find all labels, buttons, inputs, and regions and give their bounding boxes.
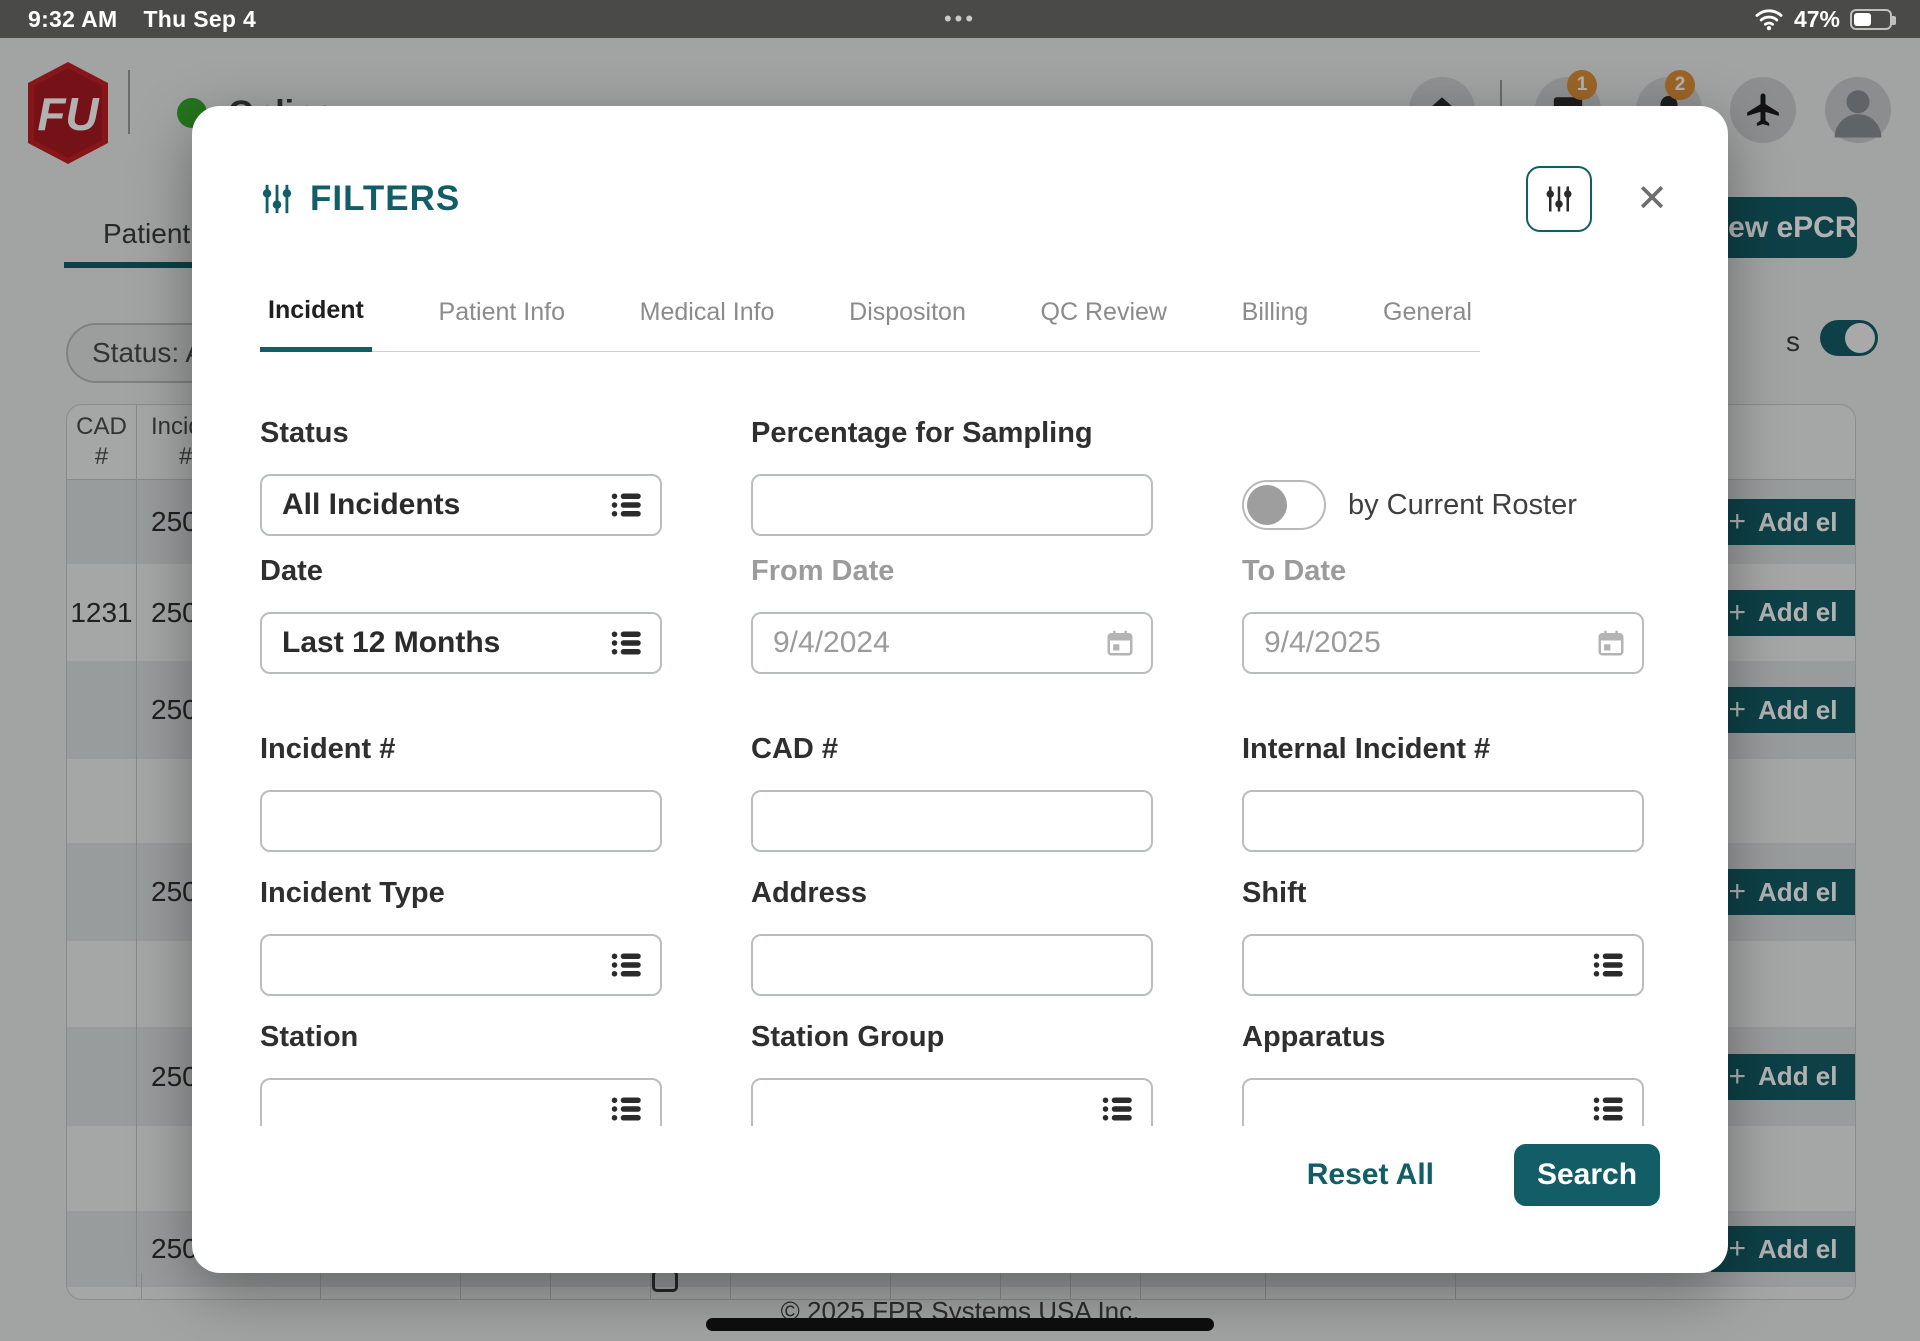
station-group-dropdown[interactable]	[751, 1078, 1153, 1126]
internal-incident-input[interactable]	[1242, 790, 1644, 852]
station-dropdown[interactable]	[260, 1078, 662, 1126]
incident-type-label: Incident Type	[260, 876, 662, 910]
tab-patient-info[interactable]: Patient Info	[431, 296, 573, 351]
battery-percent: 47%	[1794, 6, 1840, 33]
tab-disposition[interactable]: Dispositon	[841, 296, 974, 351]
incident-number-input[interactable]	[260, 790, 662, 852]
close-icon[interactable]: ✕	[1636, 180, 1668, 218]
search-button[interactable]: Search	[1514, 1144, 1660, 1206]
roster-toggle-label: by Current Roster	[1348, 489, 1577, 522]
cad-number-label: CAD #	[751, 732, 1153, 766]
wifi-icon	[1754, 7, 1784, 31]
form-row-dates: Date Last 12 Months From Date 9/4/2024	[260, 554, 1648, 674]
date-label: Date	[260, 554, 662, 588]
filters-modal: FILTERS ✕ Incident Patient Info Medical …	[192, 106, 1728, 1273]
screen: 9:32 AM Thu Sep 4 ••• 47% FU Online 1	[0, 0, 1920, 1341]
status-indicators: 47%	[1754, 6, 1892, 33]
incident-number-label: Incident #	[260, 732, 662, 766]
shift-label: Shift	[1242, 876, 1644, 910]
filters-sliders-icon	[260, 182, 294, 216]
address-input[interactable]	[751, 934, 1153, 996]
internal-incident-label: Internal Incident #	[1242, 732, 1644, 766]
sampling-input[interactable]	[751, 474, 1153, 536]
shift-dropdown[interactable]	[1242, 934, 1644, 996]
form-row-type: Incident Type Address Shift	[260, 876, 1648, 996]
modal-header: FILTERS ✕	[192, 106, 1728, 232]
apparatus-dropdown[interactable]	[1242, 1078, 1644, 1126]
battery-icon	[1850, 9, 1892, 30]
saved-filters-button[interactable]	[1526, 166, 1592, 232]
form-row-station: Station Station Group	[260, 1020, 1648, 1126]
modal-title-text: FILTERS	[310, 179, 460, 219]
modal-title: FILTERS	[260, 179, 460, 219]
form-row-numbers: Incident # CAD # Internal Incident #	[260, 732, 1648, 852]
list-icon	[610, 950, 644, 980]
list-icon	[610, 628, 644, 658]
reset-all-button[interactable]: Reset All	[1307, 1158, 1434, 1192]
cad-number-input[interactable]	[751, 790, 1153, 852]
tab-qc-review[interactable]: QC Review	[1033, 296, 1175, 351]
sampling-label: Percentage for Sampling	[751, 416, 1153, 450]
modal-tabs: Incident Patient Info Medical Info Dispo…	[260, 296, 1480, 352]
list-icon	[1101, 1094, 1135, 1124]
from-date-label: From Date	[751, 554, 1153, 588]
list-icon	[1592, 1094, 1626, 1124]
list-icon	[1592, 950, 1626, 980]
sliders-icon	[1544, 184, 1574, 214]
incident-type-dropdown[interactable]	[260, 934, 662, 996]
roster-toggle-off[interactable]	[1242, 480, 1326, 530]
date-range-dropdown[interactable]: Last 12 Months	[260, 612, 662, 674]
status-menu-dots-icon[interactable]: •••	[944, 6, 976, 32]
calendar-icon	[1105, 628, 1135, 658]
modal-footer: Reset All Search	[1307, 1144, 1660, 1206]
filters-form: Status All Incidents Percentage for Samp…	[192, 352, 1728, 1126]
tab-incident[interactable]: Incident	[260, 296, 372, 352]
from-date-input[interactable]: 9/4/2024	[751, 612, 1153, 674]
roster-toggle-group: by Current Roster	[1242, 416, 1644, 536]
status-date: Thu Sep 4	[143, 6, 256, 33]
station-label: Station	[260, 1020, 662, 1054]
calendar-icon	[1596, 628, 1626, 658]
home-indicator-bar[interactable]	[706, 1318, 1214, 1331]
status-bar: 9:32 AM Thu Sep 4 ••• 47%	[0, 0, 1920, 38]
status-time-date: 9:32 AM Thu Sep 4	[28, 6, 256, 33]
status-time: 9:32 AM	[28, 6, 117, 33]
status-dropdown[interactable]: All Incidents	[260, 474, 662, 536]
to-date-input[interactable]: 9/4/2025	[1242, 612, 1644, 674]
list-icon	[610, 1094, 644, 1124]
address-label: Address	[751, 876, 1153, 910]
list-icon	[610, 490, 644, 520]
station-group-label: Station Group	[751, 1020, 1153, 1054]
status-label: Status	[260, 416, 662, 450]
to-date-label: To Date	[1242, 554, 1644, 588]
form-row-status: Status All Incidents Percentage for Samp…	[260, 416, 1648, 536]
apparatus-label: Apparatus	[1242, 1020, 1644, 1054]
tab-billing[interactable]: Billing	[1234, 296, 1317, 351]
tab-general[interactable]: General	[1375, 296, 1480, 351]
tab-medical-info[interactable]: Medical Info	[632, 296, 783, 351]
